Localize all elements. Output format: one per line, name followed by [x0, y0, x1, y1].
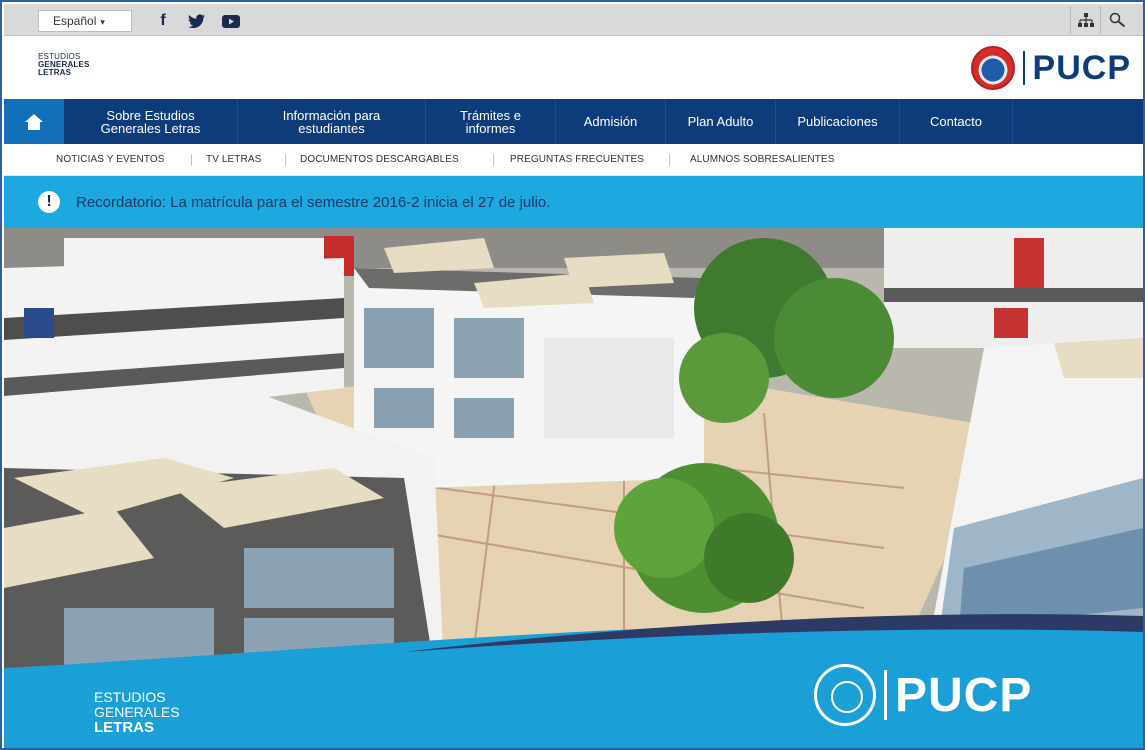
browser-frame: Español ▾ f ESTUDIOS GENERALES LETRAS PUC…: [0, 0, 1145, 750]
footer-logo-line: GENERALES: [94, 704, 180, 720]
nav-item-informacion-estudiantes[interactable]: Información para estudiantes: [238, 99, 426, 144]
nav-item-label: Sobre Estudios Generales Letras: [100, 107, 201, 136]
home-icon: [25, 113, 43, 130]
subnav-item-tv-letras[interactable]: TV LETRAS: [206, 154, 261, 165]
subnav-item-preguntas[interactable]: PREGUNTAS FRECUENTES: [510, 154, 644, 165]
hero-campus-photo: [4, 228, 1143, 668]
search-icon[interactable]: [1100, 6, 1134, 34]
secondary-nav: NOTICIAS Y EVENTOS | TV LETRAS | DOCUMEN…: [4, 144, 1143, 176]
footer-pucp-wordmark: PUCP: [895, 668, 1033, 722]
subnav-item-alumnos[interactable]: ALUMNOS SOBRESALIENTES: [690, 154, 834, 165]
nav-item-tramites[interactable]: Trámites e informes: [426, 99, 556, 144]
pucp-seal-icon: [814, 664, 876, 726]
nav-item-label: Información para estudiantes: [282, 107, 381, 136]
twitter-icon[interactable]: [184, 8, 210, 34]
nav-home-button[interactable]: [4, 99, 64, 144]
subnav-separator: |: [668, 152, 672, 166]
language-label: Español: [53, 14, 97, 28]
pucp-seal-icon: [970, 46, 1015, 90]
top-utility-bar: Español ▾ f: [4, 4, 1143, 36]
nav-item-label: Publicaciones: [797, 114, 878, 129]
subnav-separator: |: [190, 152, 194, 166]
logo-divider: [884, 670, 887, 720]
footer-pucp-logo[interactable]: PUCP: [814, 664, 1032, 726]
facebook-icon[interactable]: f: [150, 8, 176, 34]
youtube-icon[interactable]: [218, 8, 244, 34]
subnav-separator: |: [492, 152, 496, 166]
announcement-text[interactable]: Recordatorio: La matrícula para el semes…: [76, 194, 550, 211]
exclamation-icon: !: [38, 191, 60, 213]
nav-item-plan-adulto[interactable]: Plan Adulto: [666, 99, 776, 144]
footer-band: ESTUDIOS GENERALES LETRAS PUCP: [4, 612, 1143, 748]
logo-line: LETRAS: [38, 68, 72, 77]
subnav-item-documentos[interactable]: DOCUMENTOS DESCARGABLES: [300, 154, 459, 165]
nav-item-contacto[interactable]: Contacto: [900, 99, 1013, 144]
nav-item-label: Trámites e informes: [460, 107, 521, 136]
language-select[interactable]: Español ▾: [38, 10, 132, 32]
chevron-down-icon: ▾: [100, 17, 105, 27]
nav-item-sobre-egl[interactable]: Sobre Estudios Generales Letras: [64, 99, 238, 144]
nav-item-label: Admisión: [583, 114, 638, 129]
nav-item-label: Contacto: [929, 114, 983, 129]
nav-item-label: Plan Adulto: [687, 114, 754, 129]
subnav-separator: |: [284, 152, 288, 166]
pucp-wordmark: PUCP: [1032, 48, 1131, 87]
main-nav: Sobre Estudios Generales Letras Informac…: [4, 99, 1143, 144]
footer-logo-line: LETRAS: [94, 719, 154, 736]
estudios-generales-letras-logo[interactable]: ESTUDIOS GENERALES LETRAS: [38, 53, 90, 77]
logo-divider: [1022, 51, 1025, 85]
footer-logo-line: ESTUDIOS: [94, 689, 166, 705]
subnav-item-noticias[interactable]: NOTICIAS Y EVENTOS: [56, 154, 165, 165]
pucp-logo[interactable]: PUCP: [970, 46, 1131, 90]
announcement-bar: ! Recordatorio: La matrícula para el sem…: [4, 176, 1143, 228]
site-header: ESTUDIOS GENERALES LETRAS PUCP: [4, 37, 1143, 99]
sitemap-icon[interactable]: [1070, 6, 1100, 34]
footer-egl-logo[interactable]: ESTUDIOS GENERALES LETRAS: [94, 689, 180, 736]
nav-item-publicaciones[interactable]: Publicaciones: [776, 99, 900, 144]
nav-item-admision[interactable]: Admisión: [556, 99, 666, 144]
hero-illustration: [4, 228, 1143, 668]
